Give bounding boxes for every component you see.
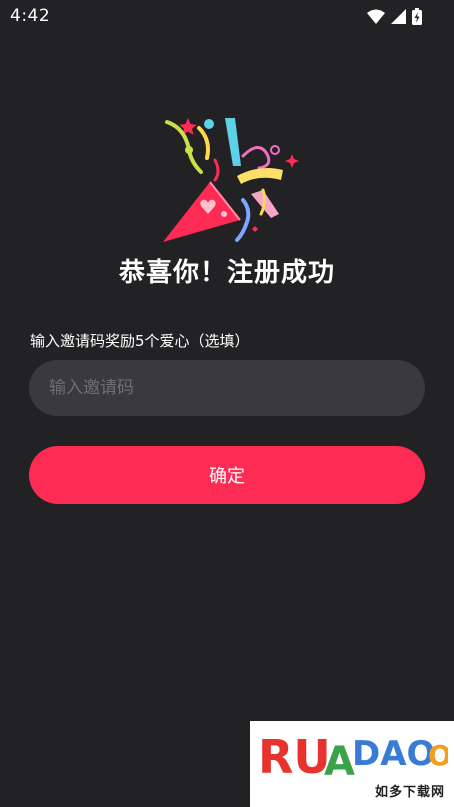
watermark: RU A DAO O 如多下载网	[250, 721, 454, 807]
party-popper-icon	[163, 118, 299, 242]
status-bar: 4:42	[0, 0, 454, 32]
party-popper-illustration	[155, 110, 305, 250]
svg-text:RU: RU	[258, 730, 331, 783]
battery-charging-icon	[412, 7, 422, 25]
invite-code-label: 输入邀请码奖励5个爱心（选填）	[30, 332, 250, 350]
svg-text:A: A	[324, 739, 355, 783]
invite-code-input[interactable]	[29, 360, 425, 416]
confirm-button[interactable]: 确定	[29, 446, 425, 504]
status-icons	[367, 6, 422, 26]
svg-text:DAO: DAO	[352, 734, 435, 774]
wifi-icon	[367, 9, 385, 24]
cellular-signal-icon	[391, 8, 406, 24]
status-time: 4:42	[10, 6, 51, 26]
watermark-subtitle: 如多下载网	[375, 785, 446, 800]
svg-text:O: O	[428, 739, 448, 772]
page-title: 恭喜你！注册成功	[118, 258, 335, 288]
watermark-logo: RU A DAO O	[258, 730, 448, 783]
